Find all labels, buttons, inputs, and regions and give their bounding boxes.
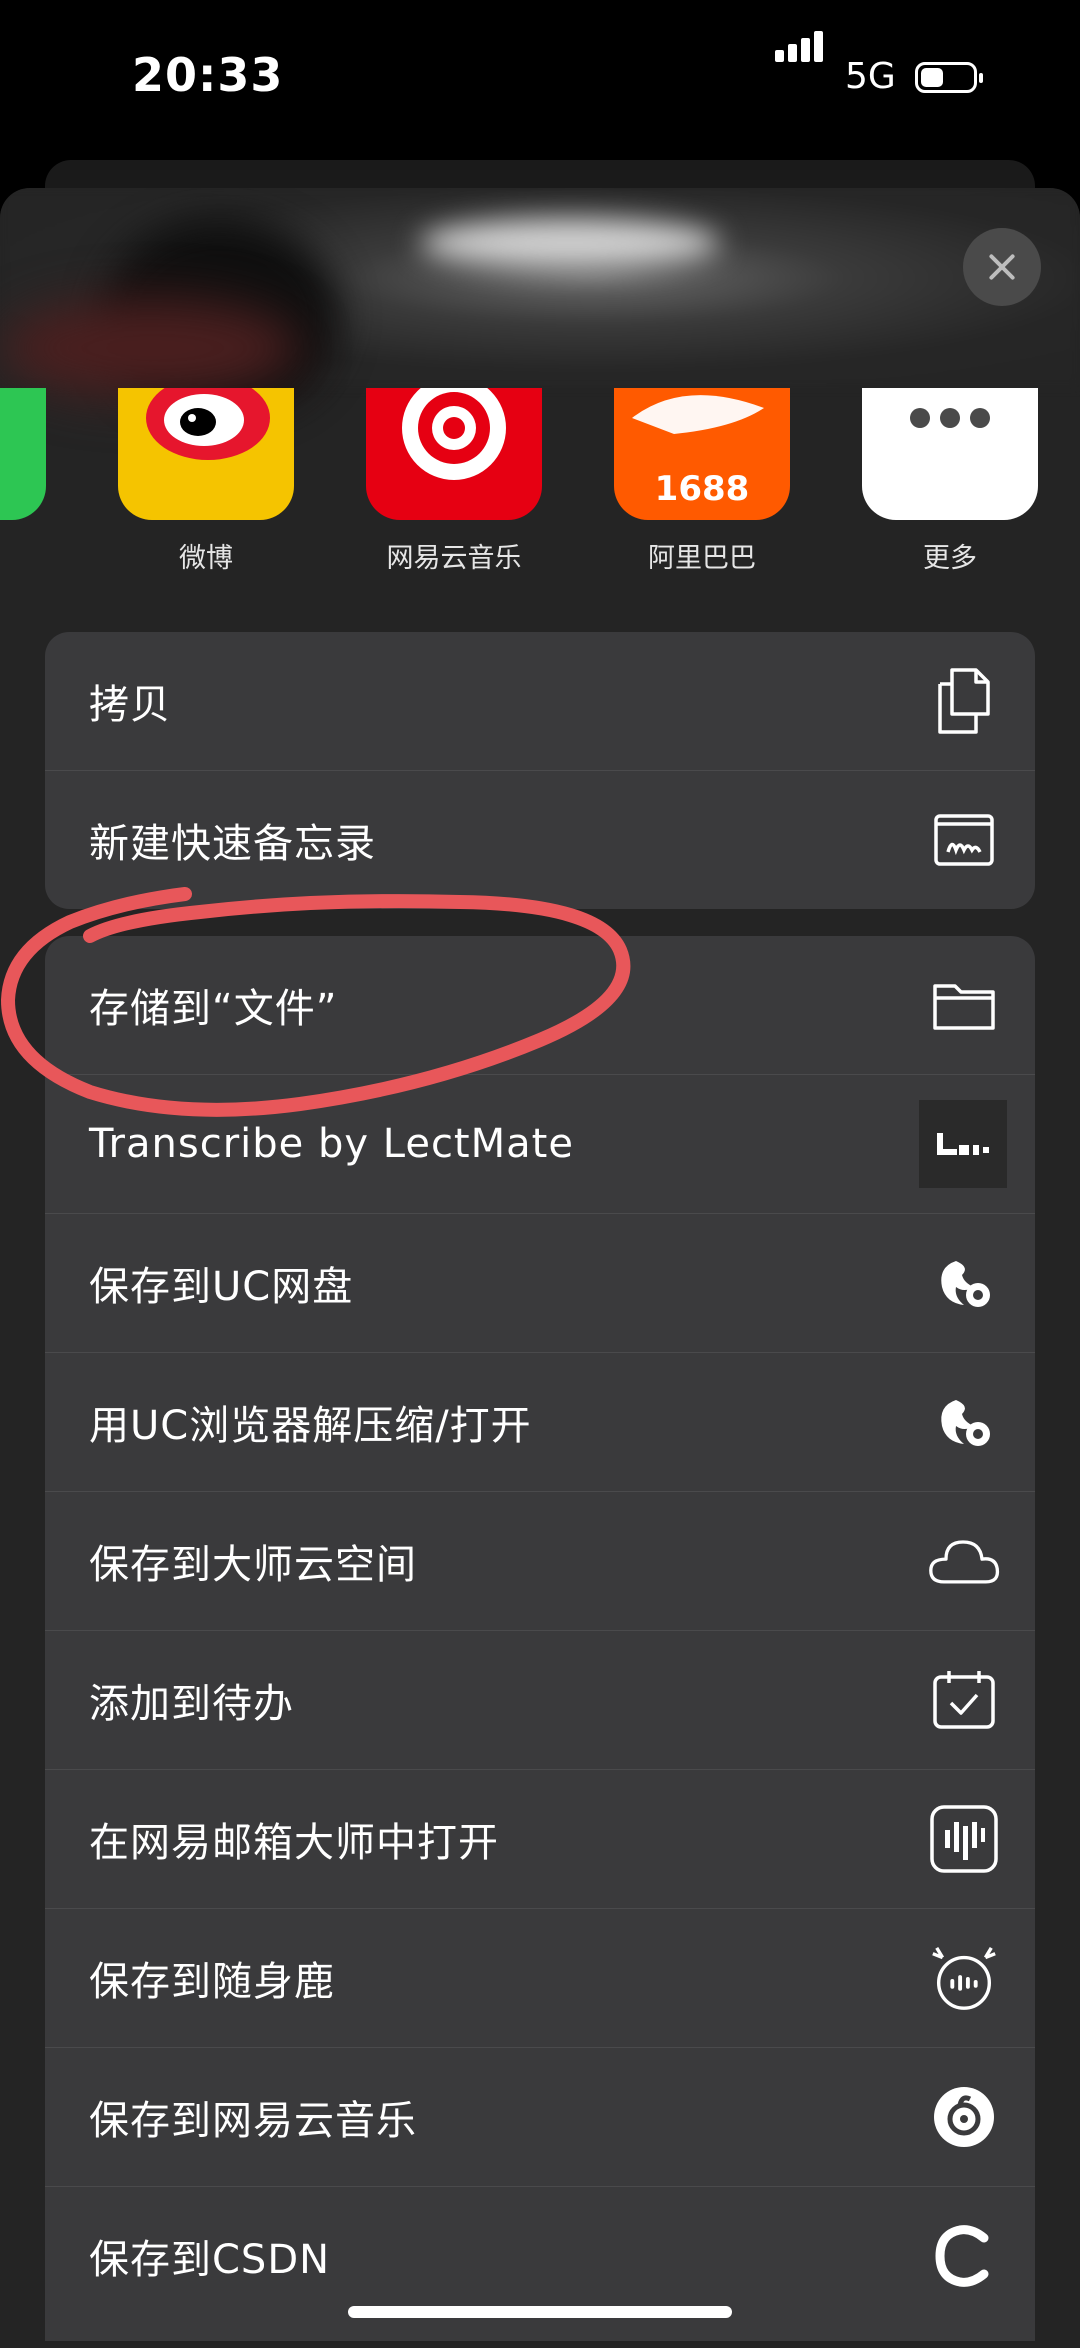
network-type: 5G bbox=[845, 56, 896, 97]
action-label: 拷贝 bbox=[89, 682, 171, 728]
copy-icon bbox=[927, 664, 1001, 738]
close-button[interactable] bbox=[963, 228, 1041, 306]
preview-subtitle-blurred bbox=[0, 298, 300, 398]
action-lectmate[interactable]: Transcribe by LectMate bbox=[45, 1075, 1035, 1214]
calendar-check-icon bbox=[927, 1663, 1001, 1737]
quick-note-icon bbox=[927, 803, 1001, 877]
cloud-icon bbox=[927, 1524, 1001, 1598]
action-label: 保存到随身鹿 bbox=[89, 1959, 335, 2005]
action-save-master-cloud[interactable]: 保存到大师云空间 bbox=[45, 1492, 1035, 1631]
home-indicator[interactable] bbox=[348, 2306, 732, 2318]
csdn-icon bbox=[927, 2219, 1001, 2293]
uc-squirrel-icon bbox=[927, 1246, 1001, 1320]
app-label: 微博 bbox=[179, 543, 233, 574]
action-label: 存储到“文件” bbox=[89, 986, 338, 1032]
action-label: 用UC浏览器解压缩/打开 bbox=[89, 1403, 532, 1449]
app-label: 更多 bbox=[923, 543, 977, 574]
app-share-row: 微博 网易云音乐 1688 阿里巴巴 更多 bbox=[0, 388, 1080, 588]
action-label: 保存到大师云空间 bbox=[89, 1542, 417, 1588]
messages-app-icon-partial[interactable] bbox=[0, 388, 46, 520]
action-save-suishenlu[interactable]: 保存到随身鹿 bbox=[45, 1909, 1035, 2048]
status-bar: 20:33 5G bbox=[0, 0, 1080, 160]
action-label: 保存到网易云音乐 bbox=[89, 2098, 417, 2144]
alibaba-badge-text: 1688 bbox=[655, 469, 750, 509]
action-add-todo[interactable]: 添加到待办 bbox=[45, 1631, 1035, 1770]
action-save-csdn[interactable]: 保存到CSDN bbox=[45, 2187, 1035, 2325]
action-label: 保存到UC网盘 bbox=[89, 1264, 354, 1310]
action-uc-browser-unzip[interactable]: 用UC浏览器解压缩/打开 bbox=[45, 1353, 1035, 1492]
action-save-netease-music[interactable]: 保存到网易云音乐 bbox=[45, 2048, 1035, 2187]
action-open-mail-master[interactable]: 在网易邮箱大师中打开 bbox=[45, 1770, 1035, 1909]
action-save-uc-drive[interactable]: 保存到UC网盘 bbox=[45, 1214, 1035, 1353]
folder-icon bbox=[927, 968, 1001, 1042]
action-group-2: 存储到“文件” Transcribe by LectMate 保存到UC网盘 用… bbox=[45, 936, 1035, 2341]
battery-icon bbox=[915, 62, 983, 93]
alibaba-1688-icon: 1688 bbox=[614, 388, 790, 520]
app-label: 网易云音乐 bbox=[386, 543, 522, 574]
action-save-to-files[interactable]: 存储到“文件” bbox=[45, 936, 1035, 1075]
action-copy[interactable]: 拷贝 bbox=[45, 632, 1035, 771]
netease-music-small-icon bbox=[927, 2080, 1001, 2154]
lectmate-icon bbox=[919, 1100, 1007, 1188]
action-label: Transcribe by LectMate bbox=[89, 1121, 574, 1167]
uc-squirrel-icon bbox=[927, 1385, 1001, 1459]
action-label: 添加到待办 bbox=[89, 1681, 294, 1727]
action-label: 保存到CSDN bbox=[89, 2237, 331, 2283]
netease-music-icon bbox=[366, 388, 542, 520]
weibo-icon bbox=[118, 388, 294, 520]
action-label: 在网易邮箱大师中打开 bbox=[89, 1820, 499, 1866]
preview-title-blurred bbox=[420, 218, 720, 268]
more-icon bbox=[862, 388, 1038, 520]
mail-master-icon bbox=[927, 1802, 1001, 1876]
app-label: 阿里巴巴 bbox=[648, 543, 756, 574]
deer-icon bbox=[927, 1941, 1001, 2015]
action-label: 新建快速备忘录 bbox=[89, 821, 376, 867]
action-group-1: 拷贝 新建快速备忘录 bbox=[45, 632, 1035, 909]
action-quick-note[interactable]: 新建快速备忘录 bbox=[45, 771, 1035, 909]
status-time: 20:33 bbox=[132, 48, 284, 102]
